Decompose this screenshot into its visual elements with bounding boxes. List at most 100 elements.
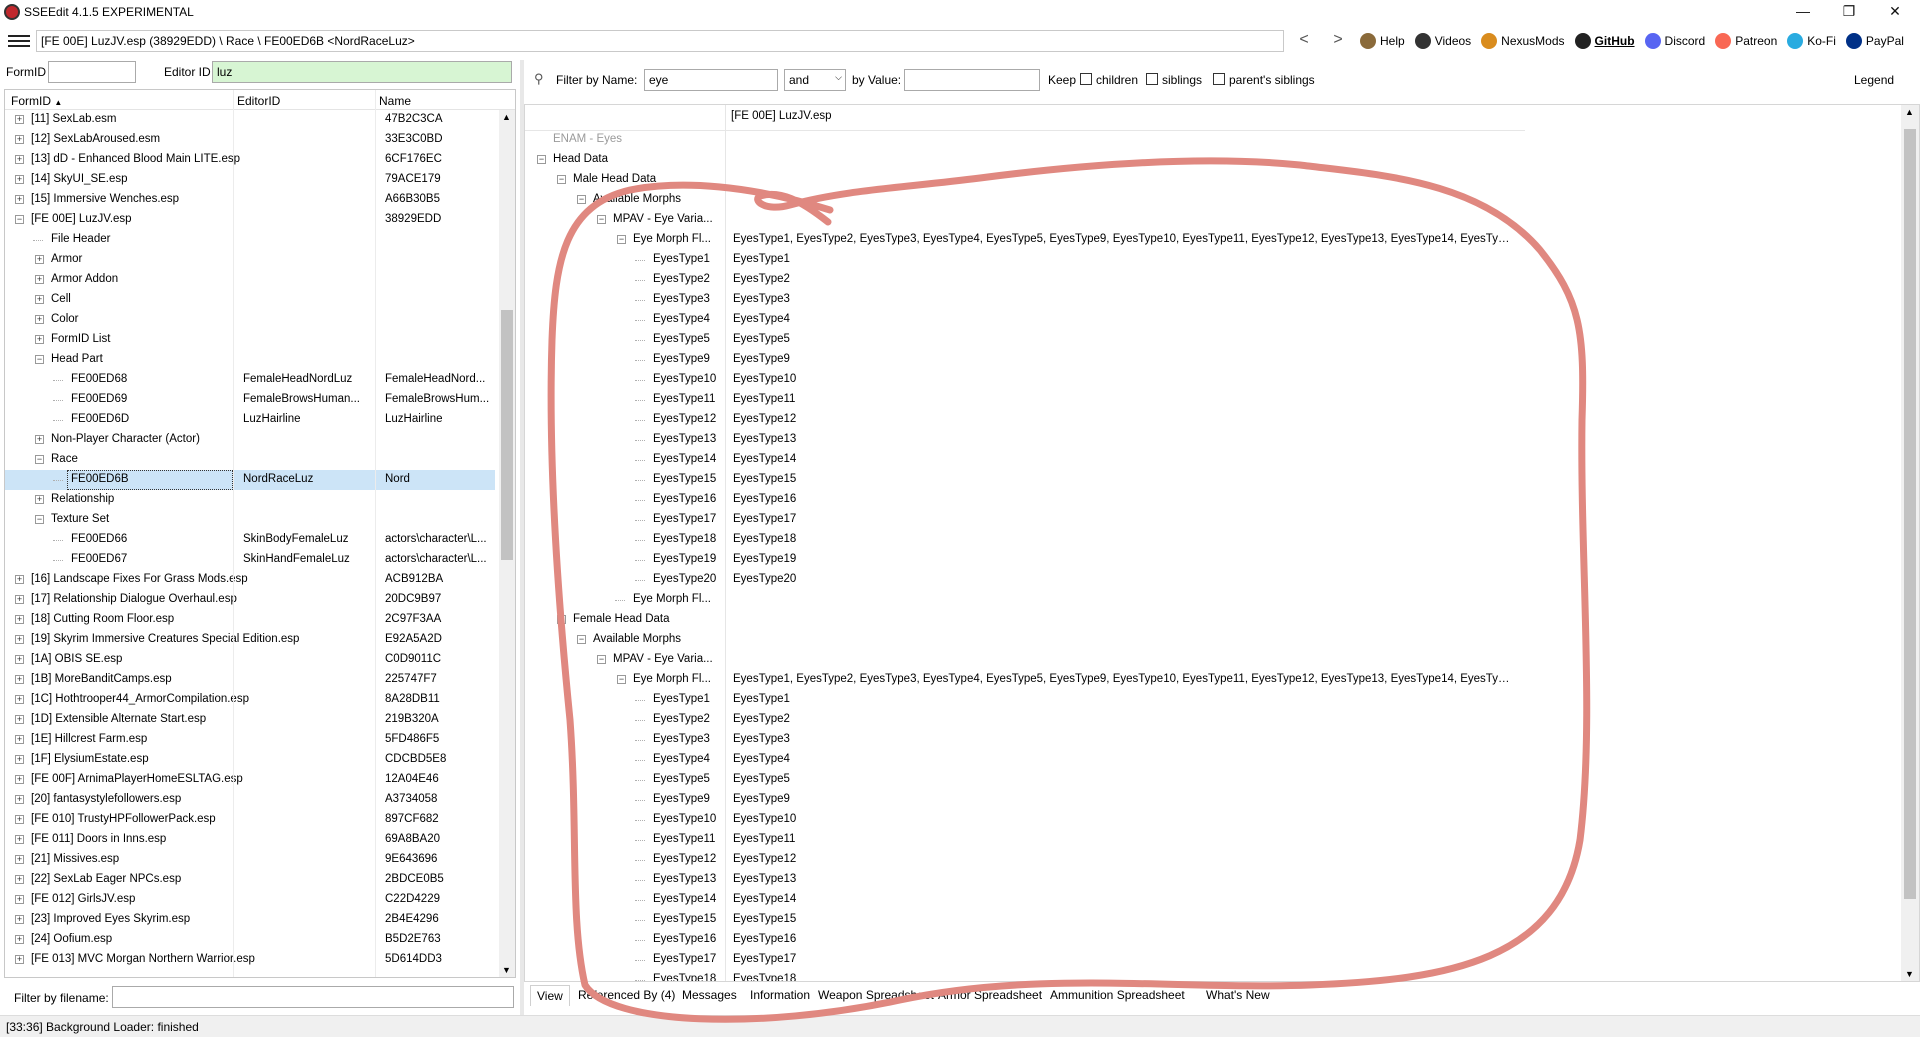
- scroll-up-icon[interactable]: ▲: [1905, 107, 1914, 117]
- record-row[interactable]: − Head Data: [525, 150, 1895, 170]
- record-row[interactable]: EyesType18 EyesType18: [525, 530, 1895, 550]
- collapse-icon[interactable]: −: [557, 615, 566, 624]
- filter-name-input[interactable]: eye: [644, 69, 778, 91]
- column-name[interactable]: Name: [379, 94, 411, 108]
- expand-icon[interactable]: +: [35, 275, 44, 284]
- record-row[interactable]: EyesType13 EyesType13: [525, 430, 1895, 450]
- record-row[interactable]: EyesType12 EyesType12: [525, 410, 1895, 430]
- record-row[interactable]: − MPAV - Eye Varia...: [525, 650, 1895, 670]
- collapse-icon[interactable]: −: [557, 175, 566, 184]
- record-view-tree[interactable]: [FE 00E] LuzJV.esp ENAM - Eyes − Head Data…: [524, 104, 1920, 982]
- record-value[interactable]: EyesType9: [733, 353, 1513, 365]
- record-value[interactable]: EyesType13: [733, 873, 1513, 885]
- tree-row[interactable]: + [11] SexLab.esm 47B2C3CA: [5, 110, 495, 130]
- collapse-icon[interactable]: −: [577, 195, 586, 204]
- tree-row[interactable]: + [1B] MoreBanditCamps.esp 225747F7: [5, 670, 495, 690]
- record-row[interactable]: EyesType3 EyesType3: [525, 730, 1895, 750]
- expand-icon[interactable]: +: [15, 795, 24, 804]
- tree-row[interactable]: + [FE 012] GirlsJV.esp C22D4229: [5, 890, 495, 910]
- expand-icon[interactable]: +: [15, 115, 24, 124]
- tree-row[interactable]: + [21] Missives.esp 9E643696: [5, 850, 495, 870]
- link-videos[interactable]: Videos: [1414, 33, 1471, 49]
- record-row[interactable]: EyesType14 EyesType14: [525, 890, 1895, 910]
- tree-row[interactable]: + [1E] Hillcrest Farm.esp 5FD486F5: [5, 730, 495, 750]
- record-row[interactable]: EyesType4 EyesType4: [525, 310, 1895, 330]
- tree-row[interactable]: + [18] Cutting Room Floor.esp 2C97F3AA: [5, 610, 495, 630]
- expand-icon[interactable]: +: [15, 915, 24, 924]
- maximize-button[interactable]: ❐: [1826, 0, 1872, 24]
- expand-icon[interactable]: +: [15, 155, 24, 164]
- record-row[interactable]: − Available Morphs: [525, 630, 1895, 650]
- record-row[interactable]: EyesType10 EyesType10: [525, 370, 1895, 390]
- tab-messages[interactable]: Messages: [682, 988, 737, 1002]
- record-row[interactable]: EyesType11 EyesType11: [525, 390, 1895, 410]
- record-row[interactable]: − Available Morphs: [525, 190, 1895, 210]
- left-scrollbar[interactable]: ▲ ▼: [499, 110, 515, 977]
- tree-row[interactable]: + [12] SexLabAroused.esm 33E3C0BD: [5, 130, 495, 150]
- record-value[interactable]: EyesType19: [733, 553, 1513, 565]
- operator-select[interactable]: and ⌵: [784, 69, 846, 91]
- record-row[interactable]: EyesType9 EyesType9: [525, 350, 1895, 370]
- record-row[interactable]: − Eye Morph Fl... EyesType1, EyesType2, Ey…: [525, 670, 1895, 690]
- tree-row[interactable]: + Relationship: [5, 490, 495, 510]
- right-scroll-thumb[interactable]: [1904, 129, 1916, 899]
- tree-row[interactable]: + [16] Landscape Fixes For Grass Mods.esp…: [5, 570, 495, 590]
- record-row[interactable]: EyesType4 EyesType4: [525, 750, 1895, 770]
- expand-icon[interactable]: +: [15, 815, 24, 824]
- tree-row[interactable]: + [13] dD - Enhanced Blood Main LITE.esp 6…: [5, 150, 495, 170]
- expand-icon[interactable]: +: [15, 695, 24, 704]
- scroll-up-icon[interactable]: ▲: [502, 112, 511, 122]
- tree-row[interactable]: + [FE 00F] ArnimaPlayerHomeESLTAG.esp 12A0…: [5, 770, 495, 790]
- record-row[interactable]: EyesType11 EyesType11: [525, 830, 1895, 850]
- expand-icon[interactable]: +: [15, 675, 24, 684]
- hamburger-menu-icon[interactable]: [8, 32, 30, 48]
- record-value[interactable]: EyesType15: [733, 913, 1513, 925]
- tab-information[interactable]: Information: [750, 988, 810, 1002]
- link-patreon[interactable]: Patreon: [1715, 33, 1777, 49]
- record-row[interactable]: EyesType3 EyesType3: [525, 290, 1895, 310]
- legend-button[interactable]: Legend: [1854, 73, 1894, 87]
- scroll-down-icon[interactable]: ▼: [502, 965, 511, 975]
- tree-row[interactable]: + [1A] OBIS SE.esp C0D9011C: [5, 650, 495, 670]
- record-value[interactable]: EyesType18: [733, 533, 1513, 545]
- expand-icon[interactable]: +: [15, 715, 24, 724]
- tree-row[interactable]: + [17] Relationship Dialogue Overhaul.esp…: [5, 590, 495, 610]
- tree-row[interactable]: + [1F] ElysiumEstate.esp CDCBD5E8: [5, 750, 495, 770]
- tree-row[interactable]: + Armor Addon: [5, 270, 495, 290]
- tree-row[interactable]: − Race: [5, 450, 495, 470]
- record-row[interactable]: EyesType16 EyesType16: [525, 930, 1895, 950]
- record-row[interactable]: EyesType16 EyesType16: [525, 490, 1895, 510]
- siblings-checkbox[interactable]: [1146, 73, 1158, 85]
- tree-row[interactable]: + [FE 010] TrustyHPFollowerPack.esp 897CF6…: [5, 810, 495, 830]
- record-row[interactable]: EyesType5 EyesType5: [525, 770, 1895, 790]
- record-value[interactable]: EyesType1, EyesType2, EyesType3, EyesTyp…: [733, 233, 1513, 245]
- expand-icon[interactable]: +: [15, 935, 24, 944]
- collapse-icon[interactable]: −: [537, 155, 546, 164]
- record-row[interactable]: − MPAV - Eye Varia...: [525, 210, 1895, 230]
- tab-weapon-spreadsheet[interactable]: Weapon Spreadsheet: [818, 988, 934, 1002]
- tree-row[interactable]: − Head Part: [5, 350, 495, 370]
- record-value[interactable]: EyesType15: [733, 473, 1513, 485]
- tree-row[interactable]: + Armor: [5, 250, 495, 270]
- expand-icon[interactable]: +: [15, 655, 24, 664]
- close-button[interactable]: ✕: [1872, 0, 1918, 24]
- expand-icon[interactable]: +: [35, 435, 44, 444]
- tab-ammunition-spreadsheet[interactable]: Ammunition Spreadsheet: [1050, 988, 1185, 1002]
- expand-icon[interactable]: +: [35, 495, 44, 504]
- record-row[interactable]: EyesType9 EyesType9: [525, 790, 1895, 810]
- expand-icon[interactable]: +: [15, 755, 24, 764]
- collapse-icon[interactable]: −: [35, 355, 44, 364]
- record-row[interactable]: EyesType15 EyesType15: [525, 470, 1895, 490]
- tree-row[interactable]: + Color: [5, 310, 495, 330]
- right-scrollbar[interactable]: ▲ ▼: [1901, 105, 1919, 981]
- tab-what-s-new[interactable]: What's New: [1206, 988, 1270, 1002]
- tree-row[interactable]: FE00ED6B NordRaceLuz Nord: [5, 470, 495, 490]
- record-row[interactable]: EyesType20 EyesType20: [525, 570, 1895, 590]
- record-value[interactable]: EyesType1: [733, 253, 1513, 265]
- record-value[interactable]: EyesType16: [733, 933, 1513, 945]
- record-value[interactable]: EyesType17: [733, 953, 1513, 965]
- record-value[interactable]: EyesType11: [733, 833, 1513, 845]
- editorid-input[interactable]: luz: [212, 61, 512, 83]
- tree-row[interactable]: + [FE 011] Doors in Inns.esp 69A8BA20: [5, 830, 495, 850]
- record-value[interactable]: EyesType14: [733, 893, 1513, 905]
